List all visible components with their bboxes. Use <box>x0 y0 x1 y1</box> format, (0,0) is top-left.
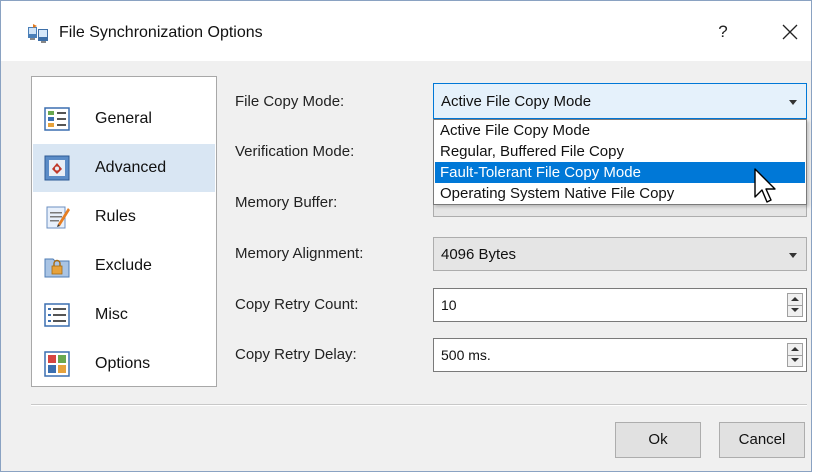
chevron-down-icon <box>789 253 797 258</box>
dropdown-option-active[interactable]: Active File Copy Mode <box>435 120 805 141</box>
ok-button[interactable]: Ok <box>615 422 701 458</box>
file-copy-mode-value: Active File Copy Mode <box>441 93 592 110</box>
exclude-lock-icon <box>44 258 70 278</box>
cancel-button[interactable]: Cancel <box>719 422 805 458</box>
rules-icon <box>46 206 70 229</box>
window-title: File Synchronization Options <box>59 24 263 41</box>
copy-retry-delay-stepper[interactable]: 500 ms. <box>433 338 807 372</box>
sidebar-item-misc[interactable]: Misc <box>33 291 215 339</box>
general-icon <box>44 107 70 131</box>
copy-retry-count-stepper[interactable]: 10 <box>433 288 807 322</box>
sidebar-item-rules[interactable]: Rules <box>33 193 215 241</box>
app-sync-icon <box>28 24 48 43</box>
sidebar-item-label: Rules <box>95 208 136 225</box>
help-button[interactable]: ? <box>713 19 733 45</box>
file-copy-mode-dropdown-list: Active File Copy Mode Regular, Buffered … <box>433 119 807 205</box>
memory-alignment-label: Memory Alignment: <box>235 245 364 262</box>
dropdown-option-os-native[interactable]: Operating System Native File Copy <box>435 183 805 204</box>
sidebar-item-exclude[interactable]: Exclude <box>33 242 215 290</box>
sidebar-item-options[interactable]: Options <box>33 340 215 388</box>
dialog-content: General Advanced Rules Exclude Misc Opti… <box>1 61 811 471</box>
file-sync-options-dialog: File Synchronization Options ? General A… <box>0 0 812 472</box>
advanced-icon <box>44 155 70 181</box>
sidebar-item-label: Exclude <box>95 257 152 274</box>
copy-retry-count-value: 10 <box>441 297 457 313</box>
misc-list-icon <box>44 303 70 327</box>
options-icon <box>44 351 70 377</box>
sidebar-item-label: General <box>95 110 152 127</box>
file-copy-mode-label: File Copy Mode: <box>235 93 345 110</box>
copy-retry-count-label: Copy Retry Count: <box>235 296 359 313</box>
close-icon[interactable] <box>775 17 805 47</box>
chevron-down-icon <box>789 100 797 105</box>
dropdown-option-regular-buffered[interactable]: Regular, Buffered File Copy <box>435 141 805 162</box>
sidebar-item-label: Misc <box>95 306 128 323</box>
sidebar-item-advanced[interactable]: Advanced <box>33 144 215 192</box>
separator <box>31 404 807 406</box>
memory-alignment-value: 4096 Bytes <box>441 246 517 263</box>
file-copy-mode-select[interactable]: Active File Copy Mode <box>433 83 807 119</box>
title-bar: File Synchronization Options ? <box>1 1 811 61</box>
sidebar-item-label: Advanced <box>95 159 167 176</box>
spin-down-button[interactable] <box>788 355 802 366</box>
memory-alignment-select[interactable]: 4096 Bytes <box>433 237 807 271</box>
sidebar-item-general[interactable]: General <box>33 95 215 143</box>
sidebar-item-label: Options <box>95 355 151 372</box>
spin-down-button[interactable] <box>788 305 802 316</box>
spin-buttons <box>787 293 803 317</box>
copy-retry-delay-label: Copy Retry Delay: <box>235 346 357 363</box>
dropdown-option-fault-tolerant[interactable]: Fault-Tolerant File Copy Mode <box>435 162 805 183</box>
copy-retry-delay-value: 500 ms. <box>441 347 491 363</box>
spin-buttons <box>787 343 803 367</box>
mouse-cursor-icon <box>754 168 776 203</box>
verification-mode-label: Verification Mode: <box>235 143 355 160</box>
memory-buffer-label: Memory Buffer: <box>235 194 338 211</box>
category-sidebar: General Advanced Rules Exclude Misc Opti… <box>31 76 217 387</box>
